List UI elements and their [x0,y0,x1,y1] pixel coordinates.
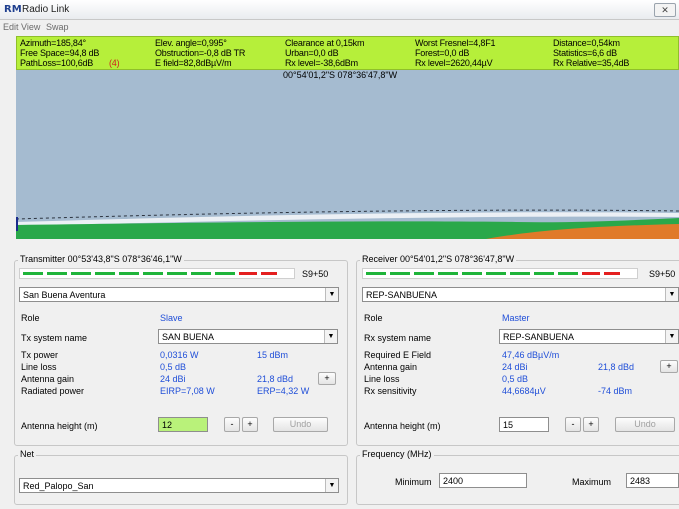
transmitter-title: Transmitter 00°53'43,8"S 078°36'46,1"W [18,254,184,264]
title-bar [0,0,679,20]
rx-height-label: Antenna height (m) [364,421,441,431]
statistics-value: Statistics=6,6 dB [553,48,617,58]
rx-undo-button[interactable]: Undo [615,417,675,432]
menu-bar [0,20,679,36]
tx-role-value: Slave [160,313,183,323]
obstruction-value: Obstruction=-0,8 dB TR [155,48,246,58]
tx-power-label: Tx power [21,350,59,360]
net-title: Net [18,449,37,459]
distance-value: Distance=0,54km [553,38,620,48]
chevron-down-icon: ▼ [325,288,338,301]
rx-signal-meter [362,268,638,279]
tx-height-input[interactable]: 12 [158,417,208,432]
path-loss-value: PathLoss=100,6dB [20,58,94,68]
tx-power-dbm: 15 dBm [257,350,289,360]
link-info-panel: Azimuth=185,84° Free Space=94,8 dB PathL… [16,36,679,70]
tx-system-label: Tx system name [21,333,88,343]
chevron-down-icon: ▼ [325,479,338,492]
tx-eirp-value: EIRP=7,08 W [160,386,215,396]
tx-gain-label: Antenna gain [21,374,75,384]
terrain-profile-graphic [16,70,679,239]
frequency-min-label: Minimum [395,477,432,487]
terrain-profile-view[interactable]: 00°54'01,2"S 078°36'47,8"W [16,70,679,239]
window-title: Radio Link [22,4,70,15]
tx-gain-increase-button[interactable]: + [318,372,336,385]
close-icon: ✕ [661,5,669,15]
urban-value: Urban=0,0 dB [285,48,339,58]
rx-gain-dbd: 21,8 dBd [598,362,635,372]
rx-line-loss-value: 0,5 dB [502,374,529,384]
free-space-value: Free Space=94,8 dB [20,48,100,58]
frequency-max-label: Maximum [572,477,612,487]
rx-level-dbm-value: Rx level=-38,6dBm [285,58,358,68]
rx-height-decrease-button[interactable]: - [565,417,581,432]
tx-gain-dbi: 24 dBi [160,374,186,384]
rx-sensitivity-dbm: -74 dBm [598,386,633,396]
tx-power-watts: 0,0316 W [160,350,199,360]
frequency-max-input[interactable]: 2483 [626,473,679,488]
rx-line-loss-label: Line loss [364,374,400,384]
tx-role-label: Role [21,313,40,323]
tx-unit-value: San Buena Aventura [23,290,106,300]
rx-height-input[interactable]: 15 [499,417,549,432]
tx-height-increase-button[interactable]: + [242,417,258,432]
rx-sensitivity-uv: 44,6684µV [502,386,546,396]
tx-height-label: Antenna height (m) [21,421,98,431]
tx-height-decrease-button[interactable]: - [224,417,240,432]
forest-value: Forest=0,0 dB [415,48,470,58]
rx-height-increase-button[interactable]: + [583,417,599,432]
rx-gain-label: Antenna gain [364,362,418,372]
rx-level-uv-value: Rx level=2620,44µV [415,58,493,68]
rx-field-value: 47,46 dBµV/m [502,350,560,360]
tx-undo-button[interactable]: Undo [273,417,328,432]
azimuth-value: Azimuth=185,84° [20,38,86,48]
tx-erp-value: ERP=4,32 W [257,386,310,396]
menu-view[interactable]: View [21,22,40,32]
rx-system-label: Rx system name [364,333,432,343]
chevron-down-icon: ▼ [324,330,337,343]
tx-signal-meter [19,268,295,279]
net-value: Red_Palopo_San [23,481,94,491]
tx-line-loss-label: Line loss [21,362,57,372]
frequency-min-input[interactable]: 2400 [439,473,527,488]
chevron-down-icon: ▼ [665,330,678,343]
app-logo-icon: RM [4,4,22,15]
rx-role-label: Role [364,313,383,323]
rx-system-value: REP-SANBUENA [503,332,575,342]
tx-radiated-label: Radiated power [21,386,85,396]
frequency-title: Frequency (MHz) [360,449,434,459]
menu-swap[interactable]: Swap [46,22,69,32]
rx-role-value: Master [502,313,530,323]
elevation-angle-value: Elev. angle=0,995° [155,38,227,48]
chevron-down-icon: ▼ [665,288,678,301]
rx-unit-value: REP-SANBUENA [366,290,438,300]
tx-system-select[interactable]: SAN BUENA ▼ [158,329,338,344]
tx-signal-level: S9+50 [302,269,329,279]
e-field-value: E field=82,8dBµV/m [155,58,232,68]
rx-unit-select[interactable]: REP-SANBUENA ▼ [362,287,679,302]
clearance-value: Clearance at 0,15km [285,38,365,48]
tx-gain-dbd: 21,8 dBd [257,374,294,384]
rx-field-label: Required E Field [364,350,432,360]
rx-system-select[interactable]: REP-SANBUENA ▼ [499,329,679,344]
profile-coordinate-label: 00°54'01,2"S 078°36'47,8"W [283,70,398,80]
path-loss-mode: (4) [109,58,120,68]
rx-signal-level: S9+50 [649,269,676,279]
rx-gain-dbi: 24 dBi [502,362,528,372]
receiver-title: Receiver 00°54'01,2"S 078°36'47,8"W [360,254,517,264]
rx-relative-value: Rx Relative=35,4dB [553,58,630,68]
tx-unit-select[interactable]: San Buena Aventura ▼ [19,287,339,302]
worst-fresnel-value: Worst Fresnel=4,8F1 [415,38,496,48]
menu-edit[interactable]: Edit [3,22,19,32]
rx-sensitivity-label: Rx sensitivity [364,386,417,396]
close-button[interactable]: ✕ [654,3,676,17]
tx-line-loss-value: 0,5 dB [160,362,187,372]
net-select[interactable]: Red_Palopo_San ▼ [19,478,339,493]
tx-system-value: SAN BUENA [162,332,215,342]
rx-gain-increase-button[interactable]: + [660,360,678,373]
